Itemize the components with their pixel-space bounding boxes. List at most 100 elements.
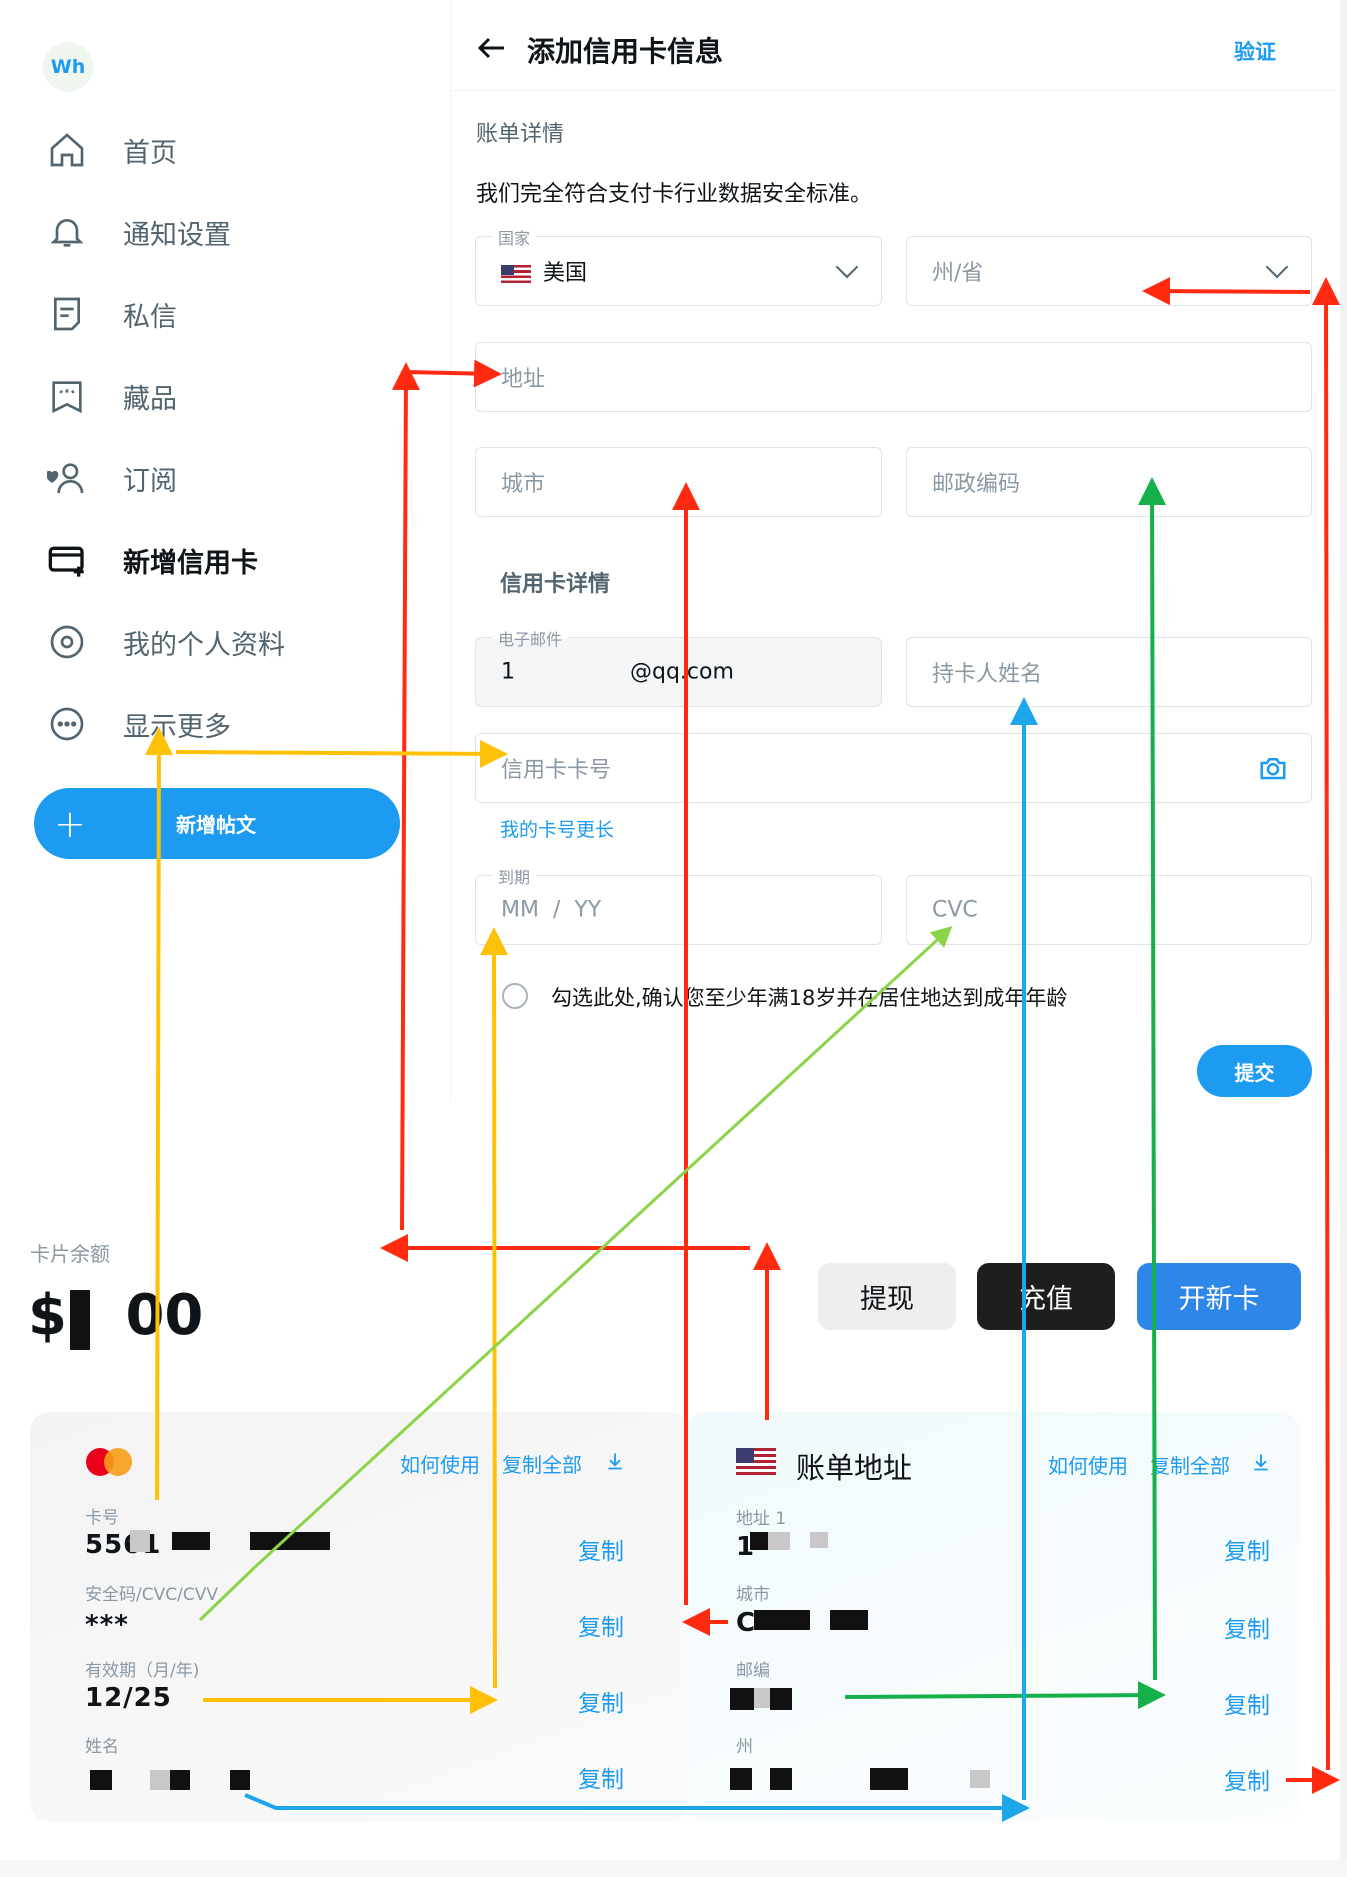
copy-zip[interactable]: 复制 <box>1224 1686 1270 1720</box>
bottom-bar <box>0 1860 1347 1877</box>
redaction <box>172 1532 210 1550</box>
city-placeholder: 城市 <box>501 472 546 497</box>
longer-card-link[interactable]: 我的卡号更长 <box>500 815 614 842</box>
new-post-label: 新增帖文 <box>176 813 256 837</box>
email-value-start: 1 <box>501 659 515 685</box>
country-select[interactable]: 国家 美国 <box>475 225 882 306</box>
redaction <box>750 1532 768 1550</box>
copy-city[interactable]: 复制 <box>1224 1610 1270 1644</box>
mastercard-logo <box>86 1448 132 1476</box>
address-placeholder: 地址 <box>501 367 546 392</box>
cvc-placeholder: CVC <box>932 897 978 923</box>
profile-icon <box>45 620 89 664</box>
address-input[interactable]: 地址 <box>475 342 1312 412</box>
submit-button[interactable]: 提交 <box>1197 1045 1312 1097</box>
address-label: 地址 1 <box>736 1509 787 1529</box>
nav-notifications[interactable]: 通知设置 <box>45 202 231 262</box>
copy-all-link[interactable]: 复制全部 <box>1150 1450 1230 1479</box>
subscriptions-icon <box>45 456 89 500</box>
redaction <box>870 1768 908 1790</box>
nav-label: 订阅 <box>123 465 177 497</box>
copy-all-link[interactable]: 复制全部 <box>502 1449 582 1478</box>
copy-address[interactable]: 复制 <box>1224 1532 1270 1566</box>
new-post-button[interactable]: + 新增帖文 <box>34 788 400 859</box>
copy-state[interactable]: 复制 <box>1224 1762 1270 1796</box>
download-icon[interactable] <box>1251 1451 1271 1473</box>
card-number-label: 卡号 <box>85 1508 119 1528</box>
zip-placeholder: 邮政编码 <box>932 472 1021 497</box>
nav-label: 首页 <box>123 137 177 169</box>
page-title: 添加信用卡信息 <box>527 35 724 68</box>
age-consent-checkbox[interactable] <box>502 983 528 1009</box>
country-value: 美国 <box>543 261 588 286</box>
nav-more[interactable]: 显示更多 <box>45 694 231 754</box>
message-icon <box>45 292 89 336</box>
redaction <box>170 1770 190 1790</box>
nav-home[interactable]: 首页 <box>45 120 177 180</box>
nav-collections[interactable]: 藏品 <box>45 366 177 426</box>
cvc-input[interactable]: CVC <box>906 875 1312 945</box>
email-input[interactable]: 电子邮件 1 @qq.com <box>475 626 882 707</box>
verify-link[interactable]: 验证 <box>1234 36 1276 66</box>
expiry-input[interactable]: 到期 MM / YY <box>475 864 882 945</box>
card-number-placeholder: 信用卡卡号 <box>501 758 612 783</box>
email-value-end: @qq.com <box>630 659 734 685</box>
more-icon <box>45 702 89 746</box>
redaction <box>770 1688 792 1710</box>
nav-label: 显示更多 <box>123 711 231 743</box>
expiry-placeholder: MM / YY <box>501 897 602 923</box>
zip-label-panel: 邮编 <box>736 1661 770 1681</box>
nav-add-card[interactable]: 新增信用卡 <box>45 530 258 590</box>
age-consent-text: 勾选此处,确认您至少年满18岁并在居住地达到成年年龄 <box>551 986 1068 1010</box>
redaction <box>810 1532 828 1548</box>
redaction <box>730 1688 754 1710</box>
copy-name[interactable]: 复制 <box>578 1760 624 1794</box>
download-icon[interactable] <box>605 1450 625 1472</box>
redaction <box>70 1290 90 1350</box>
nav-subscriptions[interactable]: 订阅 <box>45 448 177 508</box>
redaction <box>768 1532 790 1550</box>
scrollbar[interactable] <box>1340 0 1347 1877</box>
redaction <box>754 1610 810 1630</box>
copy-expiry[interactable]: 复制 <box>578 1684 624 1718</box>
nav-profile[interactable]: 我的个人资料 <box>45 612 285 672</box>
card-number-input[interactable]: 信用卡卡号 <box>475 733 1312 803</box>
balance-value: $ 00 <box>28 1283 204 1348</box>
redaction <box>830 1610 868 1630</box>
balance-label: 卡片余额 <box>30 1242 110 1266</box>
redaction <box>730 1768 752 1790</box>
country-label: 国家 <box>492 225 537 249</box>
nav-messages[interactable]: 私信 <box>45 284 177 344</box>
zip-input[interactable]: 邮政编码 <box>906 447 1312 517</box>
cardholder-placeholder: 持卡人姓名 <box>932 662 1043 687</box>
name-label: 姓名 <box>85 1737 119 1757</box>
expiry-value: 12/25 <box>85 1683 172 1713</box>
pci-notice: 我们完全符合支付卡行业数据安全标准。 <box>476 182 873 207</box>
how-to-use-link[interactable]: 如何使用 <box>400 1449 480 1478</box>
plus-icon: + <box>54 801 86 846</box>
camera-icon[interactable] <box>1257 753 1289 783</box>
nav-label: 私信 <box>123 301 177 333</box>
sidebar: Wh 首页 通知设置 私信 藏品 订阅 新增信用卡 我的个人资料 显示更多 + … <box>0 0 450 880</box>
nav-label: 我的个人资料 <box>123 629 285 661</box>
app-logo[interactable]: Wh <box>43 42 93 92</box>
nav-label: 藏品 <box>123 383 177 415</box>
how-to-use-link[interactable]: 如何使用 <box>1048 1450 1128 1479</box>
state-label-panel: 州 <box>736 1737 753 1757</box>
withdraw-button[interactable]: 提现 <box>818 1263 956 1330</box>
state-select[interactable]: 州/省 <box>906 236 1312 306</box>
email-label: 电子邮件 <box>492 626 569 650</box>
city-input[interactable]: 城市 <box>475 447 882 517</box>
copy-cvc[interactable]: 复制 <box>578 1608 624 1642</box>
state-placeholder: 州/省 <box>932 261 984 286</box>
topup-button[interactable]: 充值 <box>977 1263 1115 1330</box>
new-card-button[interactable]: 开新卡 <box>1137 1263 1301 1330</box>
back-arrow-icon[interactable] <box>474 30 510 66</box>
cardholder-name-input[interactable]: 持卡人姓名 <box>906 637 1312 707</box>
billing-section-title: 账单详情 <box>476 122 565 147</box>
copy-card-number[interactable]: 复制 <box>578 1532 624 1566</box>
cvc-label: 安全码/CVC/CVV <box>85 1585 218 1605</box>
home-icon <box>45 128 89 172</box>
redaction <box>250 1532 330 1550</box>
card-section-title: 信用卡详情 <box>500 572 611 597</box>
